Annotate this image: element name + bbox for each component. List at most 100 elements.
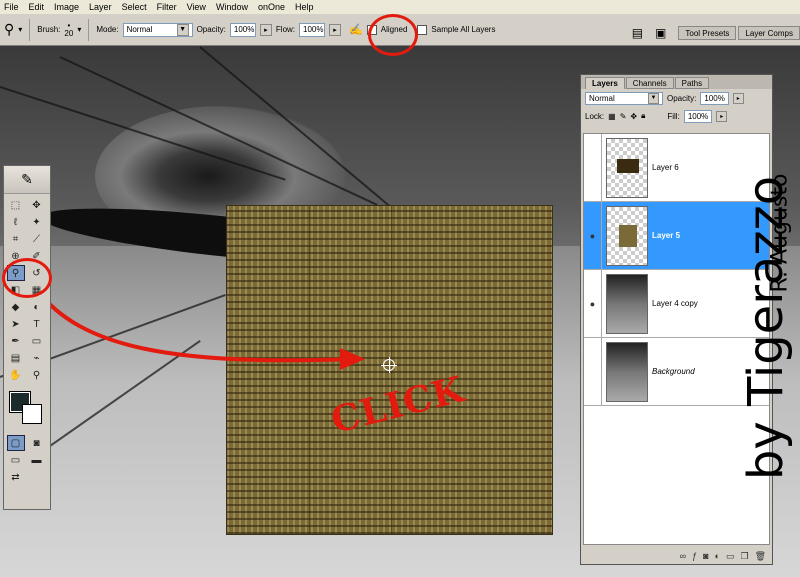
tool-preset-arrow[interactable]: ▾ — [18, 25, 22, 34]
notes-tool-icon[interactable]: ▤ — [7, 350, 25, 366]
sample-all-layers-checkbox[interactable] — [417, 24, 428, 35]
crop-tool-icon[interactable]: ⌗ — [7, 231, 25, 247]
brush-label: Brush: — [37, 25, 61, 34]
menu-bar: File Edit Image Layer Select Filter View… — [0, 0, 800, 14]
menu-image[interactable]: Image — [54, 2, 79, 12]
layer-name: Layer 6 — [652, 163, 679, 172]
full-screen-mode-icon[interactable]: ▬ — [28, 452, 46, 468]
palette-well: ▤ ▣ Tool Presets Layer Comps — [632, 18, 800, 40]
menu-window[interactable]: Window — [216, 2, 248, 12]
brush-picker-arrow[interactable]: ▾ — [77, 25, 81, 34]
fill-input[interactable]: 100% — [683, 109, 713, 123]
visibility-toggle[interactable] — [584, 337, 602, 406]
file-browser-icon[interactable]: ▤ — [632, 26, 643, 40]
blend-mode-value: Normal — [589, 93, 615, 103]
airbrush-icon[interactable]: ✍ — [349, 23, 363, 36]
menu-view[interactable]: View — [187, 2, 206, 12]
adjustment-layer-icon[interactable]: ◐ — [715, 551, 720, 561]
lock-all-icon[interactable]: 🔒︎ — [641, 111, 645, 121]
opacity-value: 100% — [233, 25, 255, 34]
layer-style-icon[interactable]: ƒ — [692, 551, 697, 561]
standard-mode-icon[interactable]: ▢ — [6, 435, 25, 451]
opacity-input[interactable]: 100% — [229, 22, 256, 37]
clone-tool-highlight-circle — [2, 258, 52, 298]
lock-pixels-icon[interactable]: ✎ — [620, 112, 627, 121]
tab-layer-comps[interactable]: Layer Comps — [738, 26, 800, 40]
menu-file[interactable]: File — [4, 2, 19, 12]
layer-thumbnail — [606, 273, 648, 334]
chevron-down-icon: ▼ — [176, 23, 189, 36]
layer-name: Background — [652, 367, 695, 376]
blur-tool-icon[interactable]: ◆ — [7, 299, 25, 315]
thumbnail-content — [617, 158, 639, 173]
move-tool-icon[interactable]: ✥ — [28, 197, 46, 213]
tab-paths[interactable]: Paths — [674, 77, 710, 89]
fill-label: Fill: — [667, 111, 680, 121]
mode-label: Mode: — [96, 25, 119, 34]
aligned-highlight-circle — [368, 14, 418, 56]
eyedropper-tool-icon[interactable]: ⌁ — [28, 350, 46, 366]
separator — [29, 18, 31, 41]
tab-channels[interactable]: Channels — [625, 77, 674, 89]
flow-input[interactable]: 100% — [299, 22, 326, 37]
eye-icon[interactable]: ● — [584, 201, 602, 270]
menu-onone[interactable]: onOne — [258, 2, 285, 12]
layer-opacity-label: Opacity: — [667, 93, 697, 103]
flow-slider-arrow[interactable]: ▸ — [329, 23, 342, 36]
zoom-tool-icon[interactable]: ⚲ — [28, 367, 46, 383]
dodge-tool-icon[interactable]: ◐ — [28, 299, 46, 315]
layer-name: Layer 5 — [652, 231, 681, 240]
opacity-label: Opacity: — [196, 25, 226, 34]
brush-size: 20 — [64, 28, 74, 38]
signature-sub: R. Augusto — [767, 173, 793, 293]
shape-tool-icon[interactable]: ▭ — [28, 333, 46, 349]
brush-picker[interactable]: • 20 — [64, 21, 74, 38]
flow-value: 100% — [303, 25, 324, 34]
clone-stamp-tool-icon[interactable]: ⚲ — [4, 21, 14, 38]
tab-tool-presets[interactable]: Tool Presets — [678, 26, 737, 40]
path-selection-tool-icon[interactable]: ➤ — [7, 316, 25, 332]
opacity-slider-arrow[interactable]: ▸ — [259, 23, 272, 36]
bridge-icon[interactable]: ▣ — [655, 26, 666, 40]
menu-edit[interactable]: Edit — [29, 2, 45, 12]
magic-wand-tool-icon[interactable]: ✦ — [28, 214, 46, 230]
signature-watermark: by Tigerazzo R. Augusto — [730, 60, 798, 560]
separator — [88, 18, 90, 41]
link-layers-icon[interactable]: ∞ — [680, 551, 686, 561]
background-color-swatch[interactable] — [22, 404, 42, 424]
eye-icon[interactable]: ● — [584, 269, 602, 338]
slice-tool-icon[interactable]: ⟋ — [28, 231, 46, 247]
marquee-tool-icon[interactable]: ⬚ — [7, 197, 25, 213]
pen-tool-icon[interactable]: ✒ — [7, 333, 25, 349]
photoshop-window: File Edit Image Layer Select Filter View… — [0, 0, 800, 577]
lock-transparency-icon[interactable]: ▦ — [608, 112, 616, 121]
screen-mode-icon[interactable]: ▭ — [7, 452, 25, 468]
color-swatches — [8, 390, 50, 426]
lock-label: Lock: — [585, 111, 605, 121]
mode-buttons: ▢ ◙ ▭ ▬ ⇄ — [4, 432, 50, 488]
menu-select[interactable]: Select — [122, 2, 147, 12]
tools-palette: ✎ ⬚ ✥ ℓ ✦ ⌗ ⟋ ⊕ ✐ ⚲ ↺ ◧ ▦ ◆ ◐ ➤ T ✒ ▭ ▤ … — [3, 165, 51, 510]
hand-tool-icon[interactable]: ✋ — [7, 367, 25, 383]
visibility-toggle[interactable] — [584, 134, 602, 202]
lasso-tool-icon[interactable]: ℓ — [7, 214, 25, 230]
quick-mask-mode-icon[interactable]: ◙ — [28, 435, 46, 451]
flow-label: Flow: — [275, 25, 296, 34]
layer-mask-icon[interactable]: ◙ — [703, 551, 708, 561]
lock-position-icon[interactable]: ✥ — [630, 112, 637, 121]
menu-help[interactable]: Help — [295, 2, 314, 12]
tab-layers[interactable]: Layers — [585, 77, 625, 89]
mode-select[interactable]: Normal ▼ — [122, 22, 193, 37]
type-tool-icon[interactable]: T — [28, 316, 46, 332]
blend-mode-select[interactable]: Normal ▼ — [585, 91, 663, 105]
jump-to-imageready-icon[interactable]: ⇄ — [7, 469, 25, 485]
mode-value: Normal — [126, 25, 153, 34]
menu-layer[interactable]: Layer — [89, 2, 112, 12]
layer-opacity-input[interactable]: 100% — [700, 91, 729, 105]
layer-thumbnail — [606, 137, 648, 198]
fill-arrow[interactable]: ▸ — [716, 110, 728, 122]
feather-logo-icon: ✎ — [4, 166, 50, 194]
layer-thumbnail — [606, 205, 648, 266]
layer-thumbnail — [606, 341, 648, 402]
menu-filter[interactable]: Filter — [157, 2, 177, 12]
